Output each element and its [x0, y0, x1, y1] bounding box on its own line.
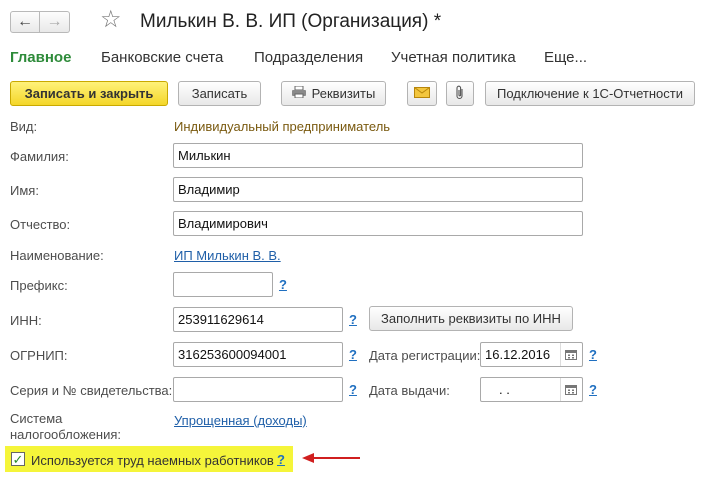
- ogrnip-help[interactable]: ?: [349, 347, 357, 362]
- name-field[interactable]: Владимир: [173, 177, 583, 202]
- issue-date-label: Дата выдачи:: [369, 383, 450, 398]
- forward-button[interactable]: →: [40, 11, 70, 33]
- name-label: Имя:: [10, 183, 39, 198]
- fill-by-inn-button[interactable]: Заполнить реквизиты по ИНН: [369, 306, 573, 331]
- calendar-icon[interactable]: [560, 378, 581, 401]
- cert-field[interactable]: [173, 377, 343, 402]
- tax-label-line1: Система: [10, 411, 63, 426]
- inn-field[interactable]: 253911629614: [173, 307, 343, 332]
- cert-help[interactable]: ?: [349, 382, 357, 397]
- reg-date-help[interactable]: ?: [589, 347, 597, 362]
- prefix-label: Префикс:: [10, 278, 68, 293]
- red-arrow-icon: [302, 453, 360, 463]
- patronymic-field[interactable]: Владимирович: [173, 211, 583, 236]
- title-label: Наименование:: [10, 248, 104, 263]
- issue-date-value: . .: [499, 382, 510, 397]
- tab-departments[interactable]: Подразделения: [254, 49, 363, 66]
- tab-main[interactable]: Главное: [10, 49, 71, 66]
- tab-accounting-policy[interactable]: Учетная политика: [391, 49, 516, 66]
- inn-help[interactable]: ?: [349, 312, 357, 327]
- title-link[interactable]: ИП Милькин В. В.: [174, 248, 281, 263]
- tax-system-link[interactable]: Упрощенная (доходы): [174, 413, 307, 428]
- surname-field[interactable]: Милькин: [173, 143, 583, 168]
- tab-bank-accounts[interactable]: Банковские счета: [101, 49, 223, 66]
- back-button[interactable]: ←: [10, 11, 40, 33]
- prefix-help[interactable]: ?: [279, 277, 287, 292]
- connect-reporting-button[interactable]: Подключение к 1С-Отчетности: [485, 81, 695, 106]
- tax-label-line2: налогообложения:: [10, 427, 121, 442]
- employees-help[interactable]: ?: [277, 452, 285, 467]
- employees-label[interactable]: Используется труд наемных работников: [31, 453, 274, 468]
- patronymic-label: Отчество:: [10, 217, 71, 232]
- reg-date-field[interactable]: 16.12.2016: [480, 342, 583, 367]
- reg-date-value: 16.12.2016: [485, 347, 551, 362]
- arrow-right-icon: →: [46, 13, 63, 30]
- kind-label: Вид:: [10, 119, 38, 134]
- ogrnip-field[interactable]: 316253600094001: [173, 342, 343, 367]
- reg-date-label: Дата регистрации:: [369, 348, 481, 363]
- issue-date-help[interactable]: ?: [589, 382, 597, 397]
- cert-label: Серия и № свидетельства:: [10, 383, 173, 398]
- window-title: Милькин В. В. ИП (Организация) *: [140, 11, 442, 32]
- issue-date-field[interactable]: . .: [480, 377, 583, 402]
- requisites-button[interactable]: Реквизиты: [281, 81, 386, 106]
- paperclip-icon: [456, 85, 464, 103]
- envelope-icon: [414, 86, 430, 101]
- ogrnip-label: ОГРНИП:: [10, 348, 68, 363]
- kind-value: Индивидуальный предприниматель: [174, 119, 391, 134]
- email-button[interactable]: [407, 81, 437, 106]
- employees-checkbox[interactable]: ✓: [11, 452, 25, 466]
- save-and-close-button[interactable]: Записать и закрыть: [10, 81, 168, 106]
- printer-icon: [291, 85, 306, 101]
- arrow-left-icon: ←: [17, 13, 33, 30]
- tab-more[interactable]: Еще...: [544, 49, 587, 66]
- attach-button[interactable]: [446, 81, 474, 106]
- favorite-star-icon[interactable]: ☆: [100, 8, 122, 32]
- requisites-label: Реквизиты: [311, 86, 376, 101]
- checkmark-icon: ✓: [12, 451, 24, 467]
- prefix-field[interactable]: [173, 272, 273, 297]
- surname-label: Фамилия:: [10, 149, 69, 164]
- inn-label: ИНН:: [10, 313, 42, 328]
- save-button[interactable]: Записать: [178, 81, 261, 106]
- calendar-icon[interactable]: [560, 343, 581, 366]
